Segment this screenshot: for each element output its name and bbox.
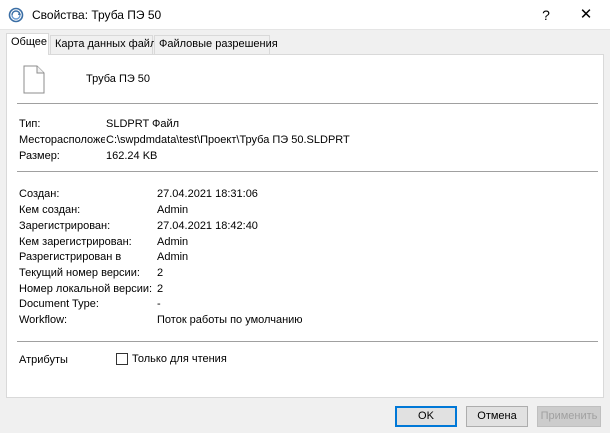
cancel-button[interactable]: Отмена xyxy=(466,406,528,427)
attributes-label: Атрибуты xyxy=(19,354,68,366)
location-value: C:\swpdmdata\test\Проект\Труба ПЭ 50.SLD… xyxy=(106,134,350,146)
detail-label: Document Type: xyxy=(19,298,99,310)
readonly-checkbox[interactable] xyxy=(116,353,128,365)
detail-value: Admin xyxy=(157,204,189,216)
tab-file-data-card[interactable]: Карта данных файла xyxy=(50,35,163,54)
detail-value: Поток работы по умолчанию xyxy=(157,314,303,326)
ok-button[interactable]: OK xyxy=(395,406,457,427)
tab-label: Карта данных файла xyxy=(55,38,163,50)
close-button[interactable]: ✕ xyxy=(566,4,606,26)
tab-general[interactable]: Общее xyxy=(6,33,49,55)
type-label: Тип: xyxy=(19,118,41,130)
detail-label: Разрегистрирован в xyxy=(19,251,122,263)
size-label: Размер: xyxy=(19,150,60,162)
detail-label: Текущий номер версии: xyxy=(19,267,140,279)
detail-label: Workflow: xyxy=(19,314,68,326)
type-value: SLDPRT Файл xyxy=(106,118,180,130)
detail-value: 2 xyxy=(157,267,164,279)
detail-value: 27.04.2021 18:42:40 xyxy=(157,220,258,232)
separator xyxy=(17,103,598,104)
separator xyxy=(17,341,598,342)
detail-value: 27.04.2021 18:31:06 xyxy=(157,188,258,200)
title-bar: Свойства: Труба ПЭ 50 ? ✕ xyxy=(0,0,610,30)
tab-file-permissions[interactable]: Файловые разрешения xyxy=(154,35,278,54)
properties-icon xyxy=(8,7,24,23)
help-button[interactable]: ? xyxy=(528,4,564,26)
general-panel: Труба ПЭ 50 Тип: SLDPRT Файл Местораспол… xyxy=(6,54,604,398)
detail-value: Admin xyxy=(157,236,189,248)
detail-value: 2 xyxy=(157,283,164,295)
document-icon xyxy=(23,65,45,94)
detail-value: Admin xyxy=(157,251,189,263)
detail-label: Кем создан: xyxy=(19,204,81,216)
file-name: Труба ПЭ 50 xyxy=(86,73,151,85)
window-title: Свойства: Труба ПЭ 50 xyxy=(32,8,162,22)
apply-button[interactable]: Применить xyxy=(537,406,601,427)
detail-label: Кем зарегистрирован: xyxy=(19,236,132,248)
detail-label: Номер локальной версии: xyxy=(19,283,153,295)
detail-value: - xyxy=(157,298,161,310)
location-label: Месторасположен xyxy=(19,134,105,146)
separator xyxy=(17,171,598,172)
detail-label: Создан: xyxy=(19,188,60,200)
size-value: 162.24 KB xyxy=(106,150,158,162)
readonly-label[interactable]: Только для чтения xyxy=(132,353,227,365)
tab-label: Общее xyxy=(11,36,48,48)
detail-label: Зарегистрирован: xyxy=(19,220,111,232)
tab-label: Файловые разрешения xyxy=(159,38,278,50)
